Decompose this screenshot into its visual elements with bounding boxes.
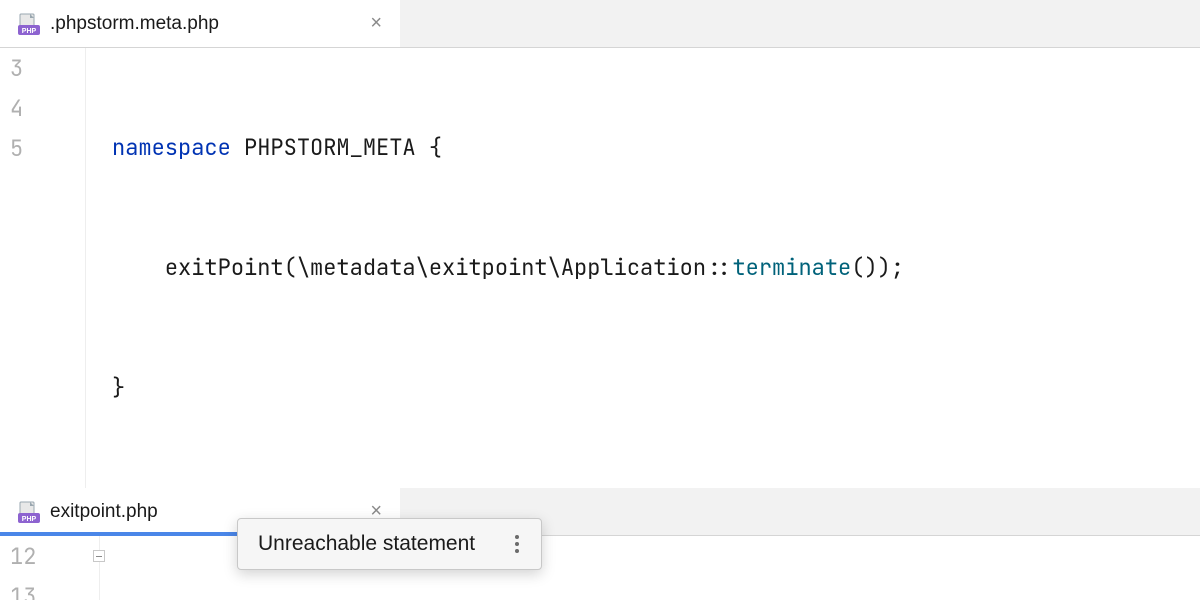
tab-label: exitpoint.php	[50, 501, 158, 523]
php-file-icon: PHP	[18, 13, 40, 35]
php-file-icon: PHP	[18, 501, 40, 523]
gutter: 12 13 14 15 16 17 18 19	[0, 536, 100, 600]
editor-pane-meta: PHP .phpstorm.meta.php × 3 4 5 namespace…	[0, 0, 1200, 488]
tab-label: .phpstorm.meta.php	[50, 13, 219, 35]
line-number[interactable]: 3	[0, 48, 85, 88]
line-number[interactable]: 4	[0, 88, 85, 128]
editor-area-exitpoint: 12 13 14 15 16 17 18 19 public function …	[0, 536, 1200, 600]
tooltip-text: Unreachable statement	[258, 532, 475, 556]
gutter: 3 4 5	[0, 48, 86, 488]
code-area[interactable]: namespace PHPSTORM_META { exitPoint(\met…	[86, 48, 1200, 488]
tab-bar: PHP .phpstorm.meta.php ×	[0, 0, 1200, 48]
line-number[interactable]: 5	[0, 128, 85, 168]
more-actions-icon[interactable]	[511, 531, 523, 557]
svg-text:PHP: PHP	[22, 516, 37, 523]
close-icon[interactable]: ×	[370, 12, 382, 35]
tab-bar: PHP exitpoint.php ×	[0, 488, 1200, 536]
inspection-tooltip[interactable]: Unreachable statement	[237, 518, 542, 570]
editor-pane-exitpoint: PHP exitpoint.php × 12 13 14 15 16 17 18…	[0, 488, 1200, 600]
file-tab-meta[interactable]: PHP .phpstorm.meta.php ×	[0, 0, 400, 47]
editor-area-meta: 3 4 5 namespace PHPSTORM_META { exitPoin…	[0, 48, 1200, 488]
line-number[interactable]: 12	[0, 536, 99, 576]
svg-text:PHP: PHP	[22, 28, 37, 35]
line-number[interactable]: 13	[0, 576, 99, 600]
